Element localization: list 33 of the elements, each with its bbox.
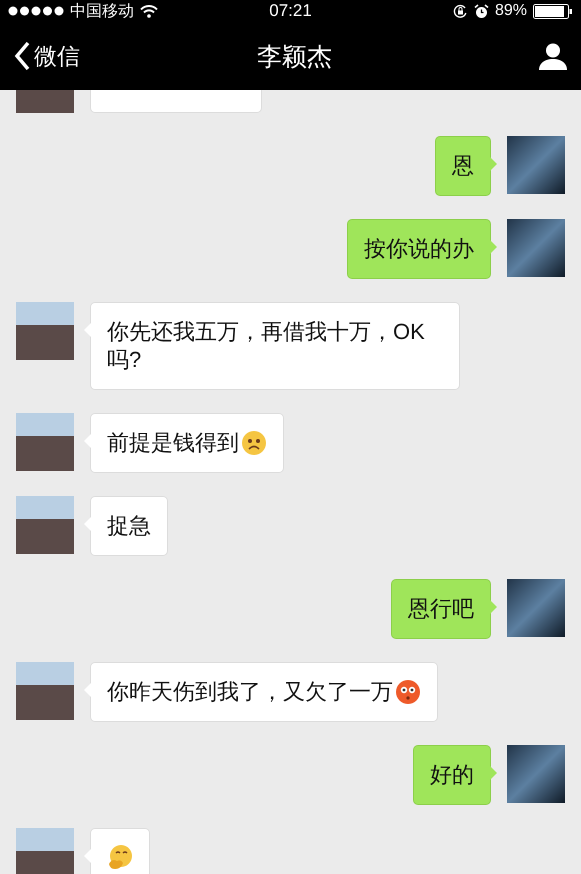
battery-icon — [533, 4, 574, 18]
status-time: 07:21 — [269, 1, 312, 21]
avatar-photo[interactable] — [507, 219, 565, 277]
profile-button[interactable] — [539, 42, 567, 70]
message-text: 你昨天伤到我了，又欠了一万 — [107, 678, 393, 706]
battery-percent: 89% — [494, 2, 528, 20]
sad-face-icon — [241, 430, 267, 456]
hugging-face-icon — [107, 844, 133, 870]
person-icon — [539, 42, 567, 70]
message-text: 前提是钱得到 — [107, 429, 239, 457]
message-text: 你先还我五万，再借我十万，OK吗? — [107, 318, 426, 374]
avatar-photo[interactable] — [16, 496, 74, 554]
avatar-photo[interactable] — [16, 662, 74, 720]
flushed-face-icon — [395, 679, 421, 705]
avatar-photo[interactable] — [16, 413, 74, 471]
back-button[interactable]: 微信 — [14, 40, 80, 72]
avatar-photo[interactable] — [16, 302, 74, 360]
avatar-photo[interactable] — [507, 745, 565, 803]
rotation-lock-icon — [452, 4, 468, 18]
avatar-photo[interactable] — [16, 828, 74, 874]
message-text: 按你说的办 — [364, 235, 474, 263]
carrier-name: 中国移动 — [70, 2, 134, 22]
avatar-photo[interactable] — [507, 136, 565, 194]
signal-icon — [8, 6, 64, 16]
message-text: 捉急 — [107, 512, 151, 540]
chat-title: 李颖杰 — [256, 42, 333, 72]
wifi-icon — [140, 4, 158, 18]
avatar-photo[interactable] — [507, 579, 565, 637]
alarm-icon — [474, 4, 489, 18]
chevron-left-icon — [14, 41, 30, 71]
message-text: 好的 — [430, 761, 474, 789]
message-text: 恩行吧 — [408, 595, 474, 623]
message-text: 恩 — [452, 152, 474, 180]
